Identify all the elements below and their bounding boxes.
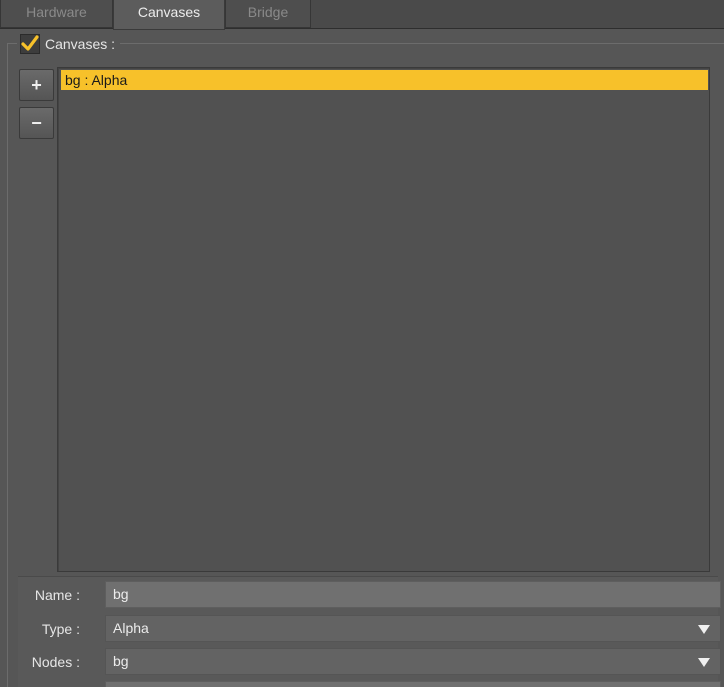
tab-hardware[interactable]: Hardware [0, 0, 113, 28]
canvas-list[interactable]: bg : Alpha [57, 67, 710, 572]
remove-canvas-button[interactable]: − [19, 107, 54, 139]
canvas-properties-panel: Name : bg Type : Alpha Nodes : bg [18, 576, 721, 687]
name-field[interactable]: bg [105, 581, 721, 608]
type-select-value: Alpha [113, 620, 149, 636]
tab-bridge[interactable]: Bridge [225, 0, 311, 28]
tab-canvases[interactable]: Canvases [113, 0, 225, 30]
canvases-group-label: Canvases : [45, 36, 116, 52]
plus-icon: + [31, 74, 42, 95]
dropdown-arrow-icon [698, 658, 710, 667]
nodes-label: Nodes : [31, 654, 80, 670]
dropdown-arrow-icon [698, 625, 710, 634]
nodes-select-value: bg [113, 653, 129, 669]
minus-icon: − [31, 112, 42, 133]
checkmark-icon [21, 35, 39, 51]
type-select[interactable]: Alpha [105, 615, 721, 642]
type-label: Type : [41, 621, 80, 637]
add-canvas-button[interactable]: + [19, 69, 54, 101]
partial-next-field[interactable] [105, 681, 721, 687]
canvas-list-item[interactable]: bg : Alpha [61, 70, 708, 90]
canvases-enable-checkbox[interactable] [20, 34, 40, 54]
tab-bar: Hardware Canvases Bridge [0, 0, 724, 30]
nodes-select[interactable]: bg [105, 648, 721, 675]
name-label: Name : [34, 587, 80, 603]
canvases-group-header: Canvases : [17, 33, 121, 55]
